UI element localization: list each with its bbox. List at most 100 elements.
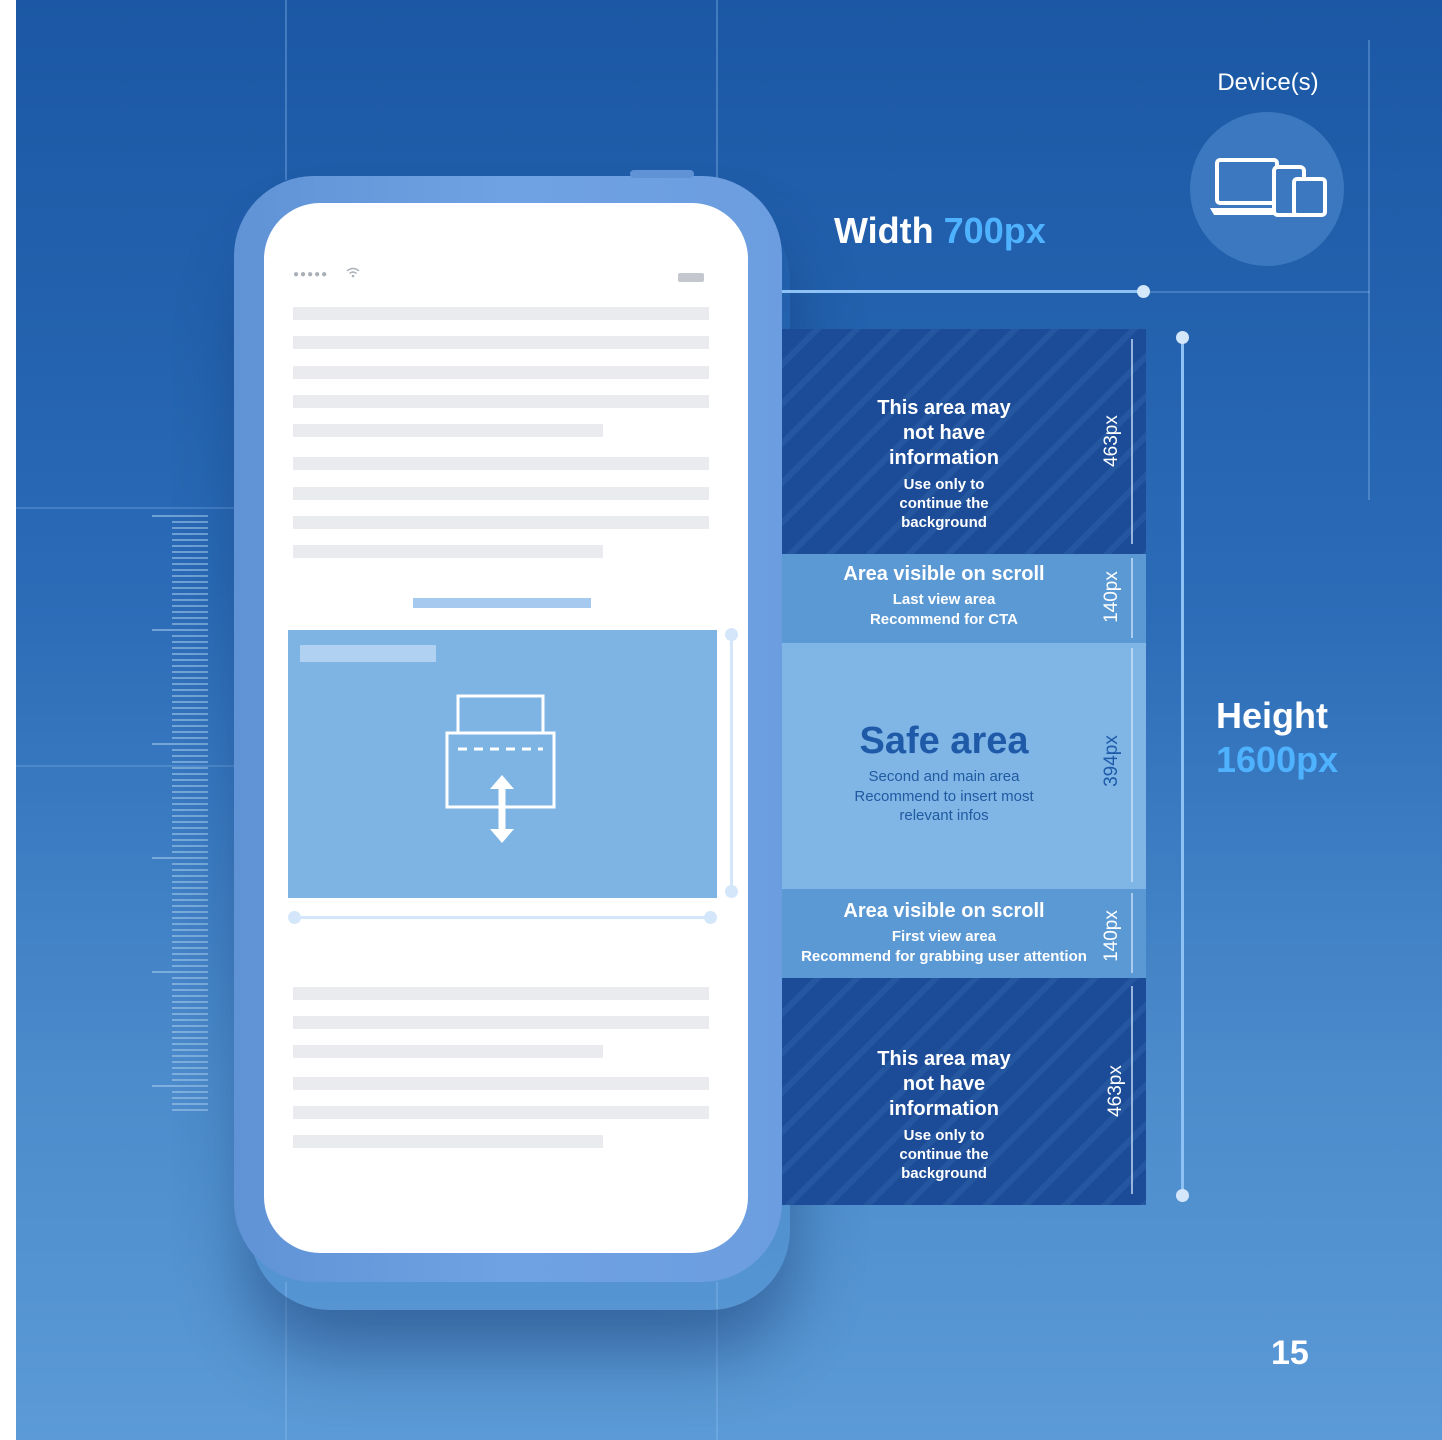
placeholder-heading [413, 598, 591, 608]
placeholder-line [293, 424, 603, 437]
ruler-tick [172, 581, 208, 583]
ruler-tick [172, 593, 208, 595]
zone-title: This area may not have information [877, 397, 1011, 469]
zone-subtitle: Second and main area Recommend to insert… [854, 768, 1034, 824]
ruler-tick [172, 899, 208, 901]
ruler-tick [172, 821, 208, 823]
ruler-tick [172, 959, 208, 961]
guide-line [285, 1282, 287, 1440]
ruler-tick [172, 611, 208, 613]
ruler-tick [172, 869, 208, 871]
height-label-text: Height [1216, 695, 1328, 736]
zone-size-label: 463px [1105, 1065, 1126, 1117]
ruler-tick [152, 515, 208, 517]
ruler-tick [172, 677, 208, 679]
dimension-endpoint [1176, 331, 1189, 344]
ruler-tick [172, 1013, 208, 1015]
ruler-tick [172, 935, 208, 937]
zone-title: Area visible on scroll [843, 563, 1045, 585]
ruler-tick [172, 767, 208, 769]
ruler-tick [172, 839, 208, 841]
ruler-tick [172, 737, 208, 739]
scroll-resize-icon [443, 693, 561, 850]
zone-top-background: This area may not have information Use o… [782, 329, 1146, 554]
height-value: 1600px [1216, 739, 1339, 780]
ruler-tick [172, 1019, 208, 1021]
ruler-tick [172, 701, 208, 703]
ruler-tick [172, 881, 208, 883]
ruler-tick [172, 1097, 208, 1099]
ruler-tick [172, 797, 208, 799]
ruler-tick [172, 1049, 208, 1051]
ruler-tick [152, 743, 208, 745]
ruler-tick [172, 587, 208, 589]
guide-line [716, 0, 718, 180]
ruler-tick [172, 551, 208, 553]
left-edge-strip [0, 0, 16, 1440]
dimension-endpoint [1176, 1189, 1189, 1202]
zone-size-label: 463px [1101, 415, 1122, 467]
dimension-endpoint [288, 911, 301, 924]
guide-line [1368, 40, 1370, 500]
ruler-tick [172, 689, 208, 691]
placeholder-line [293, 307, 709, 320]
ruler-tick [172, 1061, 208, 1063]
device-label: Device(s) [1217, 69, 1319, 96]
ruler-tick [172, 851, 208, 853]
ruler-tick [172, 923, 208, 925]
ruler-tick [172, 1055, 208, 1057]
ruler-tick [152, 629, 208, 631]
zone-dimension-line [1131, 893, 1133, 973]
ruler-tick [172, 719, 208, 721]
ruler-tick [172, 563, 208, 565]
phone-screen: ●●●●● [264, 203, 748, 1253]
ruler-tick [172, 647, 208, 649]
ruler-tick [172, 1031, 208, 1033]
placeholder-line [293, 336, 709, 349]
ruler-tick [172, 965, 208, 967]
ruler-tick [172, 929, 208, 931]
zone-dimension-line [1131, 339, 1133, 544]
placeholder-line [293, 987, 709, 1000]
ruler-tick [172, 713, 208, 715]
placeholder-line [293, 1045, 603, 1058]
ruler-tick [172, 1103, 208, 1105]
ruler-tick [172, 1025, 208, 1027]
ruler-tick [172, 917, 208, 919]
ruler-tick [172, 779, 208, 781]
zone-subtitle-line: First view area [891, 928, 997, 945]
zone-subtitle-line: Recommend for grabbing user attention [801, 948, 1087, 965]
width-label: Width 700px [834, 210, 1046, 252]
ruler-tick [172, 1073, 208, 1075]
zone-subtitle-line: Last view area [892, 591, 996, 608]
ruler-tick [172, 617, 208, 619]
placeholder-line [293, 366, 709, 379]
placeholder-line [293, 1135, 603, 1148]
ruler-tick [172, 911, 208, 913]
ruler-tick [172, 815, 208, 817]
ruler-tick [172, 539, 208, 541]
ruler-tick [172, 545, 208, 547]
ruler-tick [152, 857, 208, 859]
zone-size-label: 140px [1101, 571, 1122, 623]
zone-last-view: Area visible on scroll Last view area Re… [782, 554, 1146, 643]
page: ●●●●● Width 700px This area may not have… [0, 0, 1442, 1440]
ruler-tick [172, 863, 208, 865]
zone-bottom-background: This area may not have information Use o… [782, 978, 1146, 1205]
height-dimension-line [1181, 337, 1184, 1195]
dimension-endpoint [725, 885, 738, 898]
placeholder-line [293, 1077, 709, 1090]
ruler-tick [172, 599, 208, 601]
ruler-tick [172, 941, 208, 943]
dimension-endpoint [1137, 285, 1150, 298]
devices-icon [1190, 112, 1344, 266]
wifi-icon [346, 267, 360, 281]
ruler-tick [172, 953, 208, 955]
ruler-tick [172, 527, 208, 529]
ruler-tick [172, 683, 208, 685]
ruler-tick [172, 623, 208, 625]
ruler [148, 515, 208, 1115]
zone-first-view: Area visible on scroll First view area R… [782, 889, 1146, 978]
ruler-tick [172, 977, 208, 979]
ruler-tick [172, 749, 208, 751]
